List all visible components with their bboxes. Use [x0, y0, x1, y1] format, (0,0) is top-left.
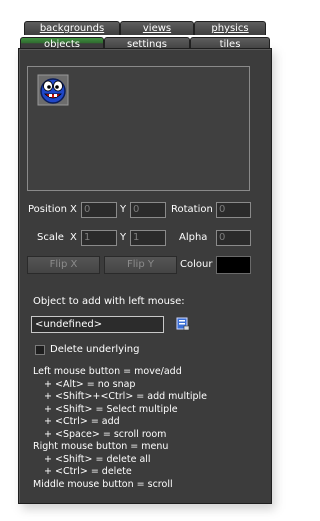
help-line: Left mouse button = move/add	[33, 366, 182, 377]
alpha-field[interactable]: 0	[216, 230, 251, 246]
scale-y-field[interactable]: 1	[130, 230, 166, 246]
alpha-label: Alpha	[179, 232, 208, 243]
object-prompt-label: Object to add with left mouse:	[33, 296, 185, 307]
delete-underlying-checkbox[interactable]	[35, 345, 45, 355]
scale-x-label: X	[70, 232, 77, 243]
position-x-field[interactable]: 0	[81, 202, 117, 218]
position-y-field[interactable]: 0	[130, 202, 166, 218]
tab-physics[interactable]: physics	[194, 21, 266, 35]
rotation-field[interactable]: 0	[216, 202, 251, 218]
help-line: + <Shift> = Select multiple	[44, 404, 178, 415]
position-x-label: X	[70, 204, 77, 215]
rotation-label: Rotation	[171, 204, 213, 215]
help-line: + <Ctrl> = add	[44, 416, 120, 427]
object-browse-icon[interactable]	[176, 317, 190, 331]
colour-label: Colour	[180, 259, 213, 270]
flip-x-button[interactable]: Flip X	[27, 256, 100, 274]
object-preview-area[interactable]	[27, 66, 250, 191]
scale-y-label: Y	[120, 232, 127, 243]
object-sprite-icon[interactable]	[37, 74, 69, 106]
tab-backgrounds[interactable]: backgrounds	[24, 21, 120, 35]
help-line: + <Space> = scroll room	[44, 429, 167, 440]
delete-underlying-label: Delete underlying	[50, 344, 140, 355]
help-line: + <Ctrl> = delete	[44, 466, 132, 477]
colour-swatch[interactable]	[216, 256, 251, 274]
help-line: Middle mouse button = scroll	[33, 479, 173, 490]
position-label: Position	[28, 204, 67, 215]
tab-views[interactable]: views	[120, 21, 194, 35]
help-line: + <Alt> = no snap	[44, 379, 136, 390]
help-line: + <Shift> = delete all	[44, 454, 151, 465]
help-line: Right mouse button = menu	[33, 441, 169, 452]
flip-y-button[interactable]: Flip Y	[104, 256, 177, 274]
scale-label: Scale	[37, 232, 64, 243]
scale-x-field[interactable]: 1	[81, 230, 117, 246]
position-y-label: Y	[120, 204, 127, 215]
help-line: + <Shift>+<Ctrl> = add multiple	[44, 391, 207, 402]
object-select-field[interactable]: <undefined>	[31, 316, 164, 333]
